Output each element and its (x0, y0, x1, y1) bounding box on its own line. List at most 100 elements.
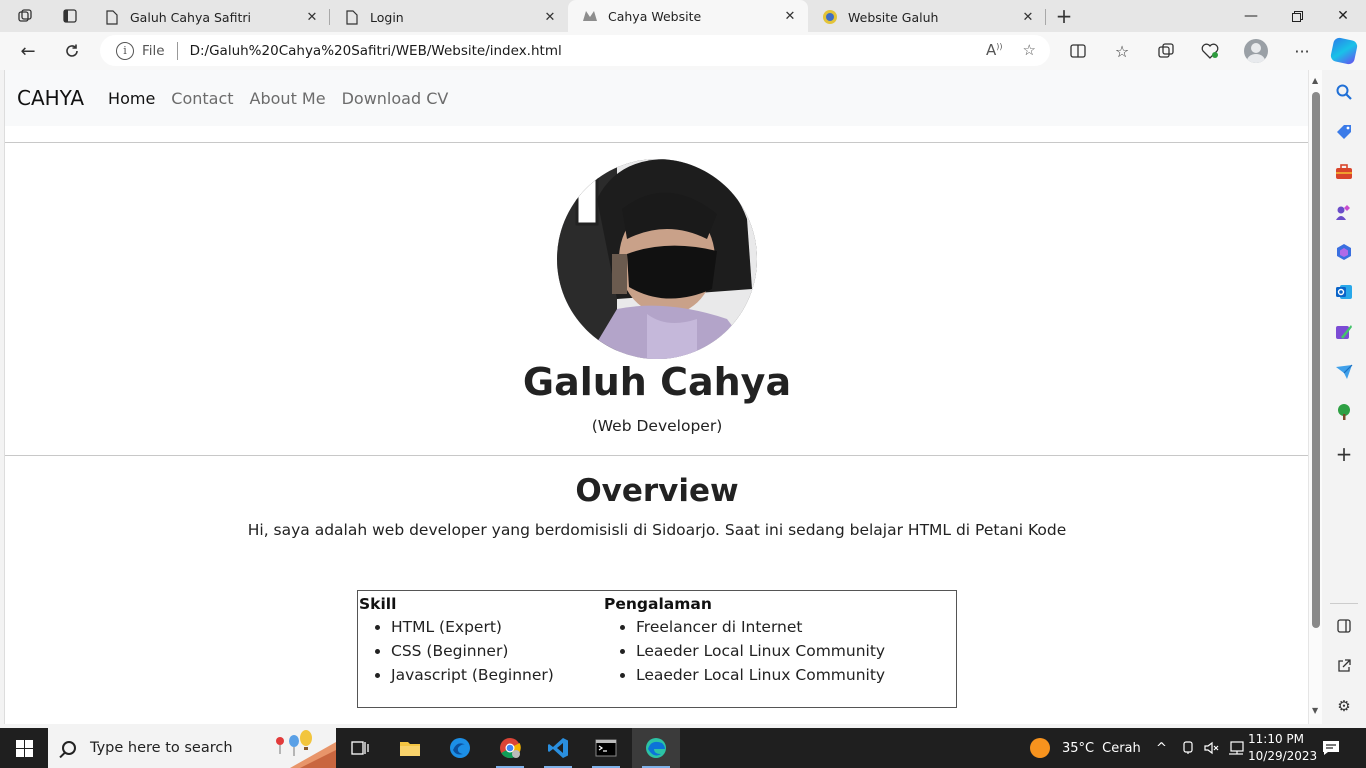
hide-sidebar-icon[interactable] (1334, 616, 1354, 636)
weather-temp: 35°C (1062, 740, 1095, 756)
site-navbar: CAHYA Home Contact About Me Download CV (5, 70, 1308, 126)
search-icon[interactable] (1334, 82, 1354, 102)
sun-icon (1030, 738, 1050, 758)
tab-cahya-website[interactable]: Cahya Website ✕ (568, 0, 808, 32)
site-logo-icon (822, 9, 838, 25)
edge-beta-icon[interactable] (436, 728, 484, 768)
site-icon (582, 8, 598, 24)
divider (1330, 603, 1358, 604)
close-tab-icon[interactable]: ✕ (304, 10, 320, 25)
network-icon[interactable] (1228, 728, 1244, 768)
list-item: Freelancer di Internet (636, 615, 885, 639)
tab-title: Website Galuh (848, 9, 939, 25)
search-icon (62, 741, 76, 755)
weather-widget[interactable]: 35°C Cerah (1030, 728, 1141, 768)
scroll-down-arrow-icon[interactable]: ▼ (1312, 706, 1318, 715)
site-brand[interactable]: CAHYA (17, 86, 84, 110)
workspaces-icon[interactable] (0, 0, 50, 32)
tab-bar: Galuh Cahya Safitri ✕ Login ✕ Cahya Webs… (0, 0, 1366, 32)
settings-gear-icon[interactable]: ⚙ (1334, 696, 1354, 716)
close-tab-icon[interactable]: ✕ (782, 9, 798, 24)
tab-galuh-cahya-safitri[interactable]: Galuh Cahya Safitri ✕ (90, 2, 330, 32)
vscode-icon[interactable] (534, 728, 582, 768)
profile-name: Galuh Cahya (522, 360, 792, 404)
info-icon[interactable]: i (116, 41, 134, 60)
meet-now-icon[interactable] (1182, 728, 1194, 768)
search-placeholder: Type here to search (90, 740, 233, 756)
restore-button[interactable] (1274, 0, 1320, 32)
edge-sidebar: + ⚙ (1322, 70, 1366, 728)
add-sidebar-app-icon[interactable]: + (1334, 442, 1354, 466)
tools-briefcase-icon[interactable] (1334, 162, 1354, 182)
tab-title: Galuh Cahya Safitri (130, 9, 251, 25)
collections-icon[interactable] (1148, 32, 1184, 70)
close-window-button[interactable]: ✕ (1320, 0, 1366, 32)
taskbar-search-box[interactable]: Type here to search (48, 728, 336, 768)
url-text[interactable]: D:/Galuh%20Cahya%20Safitri/WEB/Website/i… (190, 43, 562, 59)
more-options-icon[interactable]: ··· (1284, 32, 1320, 70)
web-page: CAHYA Home Contact About Me Download CV … (4, 70, 1308, 724)
refresh-button[interactable] (54, 35, 90, 67)
tab-actions-icon[interactable] (50, 0, 90, 32)
open-external-icon[interactable] (1334, 656, 1354, 676)
skill-heading: Skill (359, 595, 397, 613)
scrollbar-thumb[interactable] (1312, 92, 1320, 628)
experience-column: Pengalaman Freelancer di Internet Leaede… (604, 595, 885, 687)
favorites-icon[interactable]: ☆ (1104, 32, 1140, 70)
list-item: Javascript (Beginner) (391, 663, 554, 687)
nav-about-me[interactable]: About Me (250, 89, 326, 108)
task-view-icon[interactable] (336, 728, 384, 768)
windows-taskbar: Type here to search 35°C Cerah ^ 11:10 P… (0, 728, 1366, 768)
nav-contact[interactable]: Contact (171, 89, 233, 108)
divider (5, 455, 1308, 456)
read-aloud-icon[interactable]: A)) (986, 41, 1003, 59)
tab-website-galuh[interactable]: Website Galuh ✕ (808, 2, 1046, 32)
start-button[interactable] (0, 728, 48, 768)
overview-text: Hi, saya adalah web developer yang berdo… (247, 521, 1067, 539)
page-scrollbar[interactable]: ▲ ▼ (1308, 70, 1322, 724)
copilot-icon[interactable] (1326, 32, 1362, 70)
clock-time: 11:10 PM (1248, 732, 1304, 746)
close-tab-icon[interactable]: ✕ (542, 10, 558, 25)
file-explorer-icon[interactable] (386, 728, 434, 768)
search-highlight-balloons-icon (276, 730, 336, 768)
designer-icon[interactable] (1334, 322, 1354, 342)
nav-download-cv[interactable]: Download CV (342, 89, 449, 108)
edge-icon[interactable] (632, 728, 680, 768)
system-clock[interactable]: 11:10 PM 10/29/2023 (1248, 731, 1318, 765)
notifications-icon[interactable] (1322, 728, 1340, 768)
profile-avatar[interactable] (1238, 32, 1274, 70)
list-item: Leaeder Local Linux Community (636, 663, 885, 687)
tab-login[interactable]: Login ✕ (330, 2, 568, 32)
shopping-tag-icon[interactable] (1334, 122, 1354, 142)
games-icon[interactable] (1334, 202, 1354, 222)
chrome-icon[interactable] (486, 728, 534, 768)
close-tab-icon[interactable]: ✕ (1020, 10, 1036, 25)
nav-home[interactable]: Home (108, 89, 155, 108)
send-icon[interactable] (1334, 362, 1354, 382)
split-screen-icon[interactable] (1060, 32, 1096, 70)
microsoft-365-icon[interactable] (1334, 242, 1354, 262)
weather-condition: Cerah (1102, 740, 1141, 756)
terminal-icon[interactable] (582, 728, 630, 768)
experience-list: Freelancer di Internet Leaeder Local Lin… (604, 615, 885, 687)
divider (5, 142, 1308, 143)
volume-muted-icon[interactable] (1204, 728, 1220, 768)
windows-logo-icon (15, 739, 33, 757)
clock-date: 10/29/2023 (1248, 749, 1318, 763)
url-field[interactable]: i File D:/Galuh%20Cahya%20Safitri/WEB/We… (100, 35, 1050, 66)
scheme-label: File (142, 42, 165, 59)
back-button[interactable]: ← (10, 35, 46, 67)
minimize-button[interactable]: — (1228, 0, 1274, 32)
tree-icon[interactable] (1334, 402, 1354, 422)
page-icon (104, 9, 120, 25)
new-tab-button[interactable]: + (1046, 0, 1082, 32)
hidden-icons-chevron-up-icon[interactable]: ^ (1156, 728, 1167, 768)
list-item: CSS (Beginner) (391, 639, 554, 663)
outlook-icon[interactable] (1334, 282, 1354, 302)
browser-essentials-icon[interactable] (1192, 32, 1228, 70)
scroll-up-arrow-icon[interactable]: ▲ (1312, 76, 1318, 85)
favorite-star-icon[interactable]: ☆ (1023, 41, 1036, 59)
divider (176, 41, 178, 60)
skills-table: Skill HTML (Expert) CSS (Beginner) Javas… (357, 590, 957, 708)
